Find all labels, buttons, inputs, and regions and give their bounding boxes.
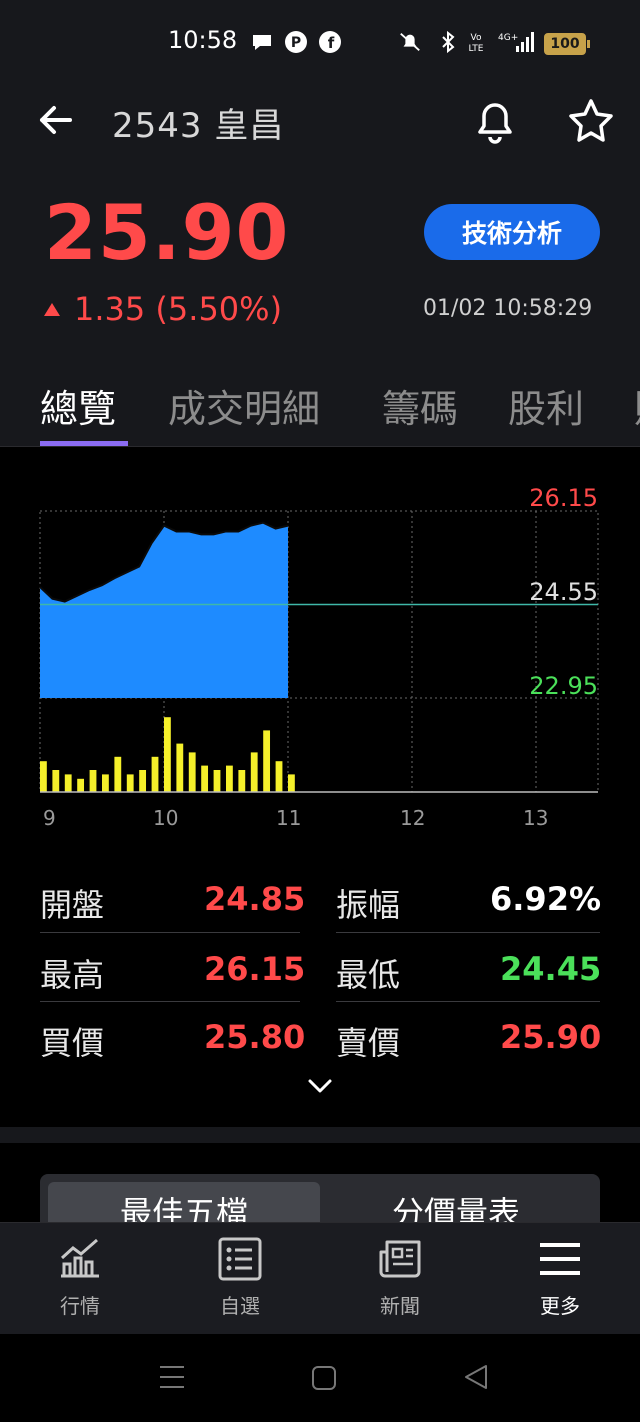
technical-analysis-button[interactable]: 技術分析 — [424, 204, 600, 260]
nav-market[interactable]: 行情 — [20, 1236, 140, 1319]
low-label: 最低 — [336, 956, 401, 994]
stock-name: 皇昌 — [214, 106, 285, 146]
volume-bar — [77, 778, 85, 792]
amplitude-label: 振幅 — [336, 886, 401, 924]
mute-icon — [398, 30, 422, 54]
volume-bar — [102, 774, 109, 792]
price-change: 1.35 (5.50%) — [44, 290, 282, 328]
volume-bar — [263, 730, 271, 792]
low-value: 24.45 — [500, 950, 602, 988]
volume-bar — [89, 770, 97, 792]
svg-text:LTE: LTE — [469, 44, 484, 54]
x-tick-12: 12 — [400, 806, 426, 830]
svg-text:f: f — [328, 34, 335, 52]
intraday-chart[interactable] — [0, 480, 640, 810]
y-tick-low: 22.95 — [529, 672, 598, 700]
y-tick-ref: 24.55 — [529, 578, 598, 606]
stock-code: 2543 — [112, 106, 203, 146]
svg-text:Vo: Vo — [471, 33, 482, 43]
back-arrow-icon[interactable] — [36, 98, 76, 146]
chevron-down-icon[interactable] — [306, 1076, 334, 1100]
high-label: 最高 — [40, 956, 105, 994]
nav-more[interactable]: 更多 — [500, 1236, 620, 1319]
newspaper-icon — [379, 1240, 421, 1278]
up-triangle-icon — [44, 302, 60, 316]
nav-news[interactable]: 新聞 — [340, 1236, 460, 1319]
y-tick-high: 26.15 — [529, 484, 598, 512]
tab-overview[interactable]: 總覽 — [40, 378, 116, 433]
bell-icon[interactable] — [472, 96, 518, 150]
volume-bar — [201, 765, 209, 792]
x-tick-11: 11 — [276, 806, 302, 830]
volume-bar — [238, 770, 246, 792]
menu-icon — [540, 1243, 580, 1275]
volume-bar — [176, 743, 184, 792]
market-chart-icon — [60, 1238, 99, 1278]
price-change-value: 1.35 (5.50%) — [74, 290, 283, 328]
volume-bar — [213, 770, 221, 792]
tab-finance[interactable]: 財 — [634, 378, 640, 426]
volume-bar — [40, 761, 47, 792]
star-icon[interactable] — [566, 96, 616, 150]
nav-news-label: 新聞 — [380, 1294, 420, 1318]
svg-text:P: P — [291, 35, 301, 51]
svg-text:4G+: 4G+ — [498, 33, 518, 43]
nav-market-label: 行情 — [60, 1294, 100, 1318]
high-value: 26.15 — [204, 950, 306, 988]
row-divider — [40, 1001, 300, 1002]
price-area — [40, 522, 288, 698]
nav-more-label: 更多 — [540, 1294, 580, 1318]
signal-icon: 4G+ — [494, 30, 538, 54]
tab-chips[interactable]: 籌碼 — [382, 378, 458, 433]
open-label: 開盤 — [40, 886, 105, 924]
bluetooth-icon — [436, 30, 460, 54]
volume-bar — [226, 765, 233, 792]
tab-dividend[interactable]: 股利 — [508, 378, 584, 433]
volume-bar — [151, 756, 159, 792]
row-divider — [336, 932, 600, 933]
quote-timestamp: 01/02 10:58:29 — [423, 296, 593, 321]
volume-bar — [250, 752, 258, 792]
stock-title: 2543 皇昌 — [112, 98, 284, 147]
current-price: 25.90 — [44, 188, 290, 277]
row-divider — [40, 932, 300, 933]
section-divider — [0, 1127, 640, 1143]
parking-icon: P — [284, 30, 308, 54]
bid-label: 買價 — [40, 1024, 105, 1062]
volume-bar — [64, 774, 72, 792]
row-divider — [336, 1001, 600, 1002]
tab-trade-detail[interactable]: 成交明細 — [168, 378, 320, 433]
nav-watchlist[interactable]: 自選 — [180, 1236, 300, 1319]
bid-value: 25.80 — [204, 1018, 306, 1056]
volume-bar — [139, 770, 147, 792]
x-tick-13: 13 — [523, 806, 549, 830]
volume-bar — [275, 761, 283, 792]
volume-bar — [164, 717, 171, 792]
battery-indicator: 100 — [544, 33, 590, 55]
x-tick-10: 10 — [153, 806, 179, 830]
message-icon — [250, 30, 274, 54]
nav-watchlist-label: 自選 — [220, 1294, 260, 1318]
status-time: 10:58 — [168, 26, 238, 54]
amplitude-value: 6.92% — [490, 880, 602, 918]
home-icon[interactable] — [310, 1364, 338, 1396]
volume-bar — [288, 774, 295, 792]
x-tick-9: 9 — [43, 806, 56, 830]
volume-bar — [52, 770, 60, 792]
recent-apps-icon[interactable] — [158, 1362, 186, 1396]
facebook-icon: f — [318, 30, 342, 54]
list-icon — [218, 1237, 262, 1281]
ask-value: 25.90 — [500, 1018, 602, 1056]
volume-bar — [126, 774, 134, 792]
status-bar: 10:58 P f Vo LTE 4G+ 100 — [0, 0, 640, 86]
volume-bar — [188, 752, 196, 792]
open-value: 24.85 — [204, 880, 306, 918]
volume-bar — [114, 756, 122, 792]
ask-label: 賣價 — [336, 1024, 401, 1062]
volte-icon: Vo LTE — [464, 30, 488, 54]
back-triangle-icon[interactable] — [462, 1362, 490, 1396]
